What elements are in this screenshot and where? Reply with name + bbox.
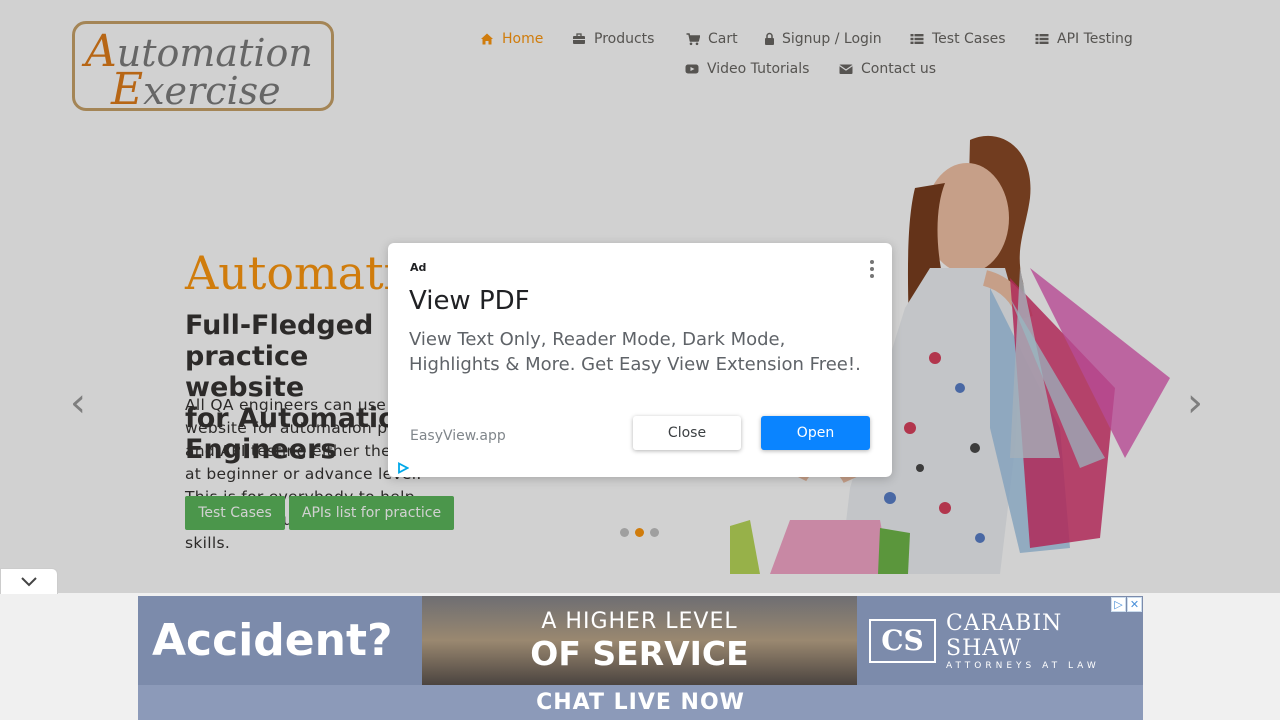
adchoices-play-icon[interactable] xyxy=(397,462,409,474)
banner-headline: Accident? xyxy=(138,596,422,685)
chevron-down-icon xyxy=(21,576,37,586)
more-options-icon[interactable] xyxy=(866,259,878,279)
ad-close-button[interactable]: Close xyxy=(633,416,741,450)
banner-cityscape: A HIGHER LEVEL OF SERVICE xyxy=(422,596,857,685)
ad-open-button[interactable]: Open xyxy=(761,416,870,450)
banner-tagline-2: OF SERVICE xyxy=(530,633,749,673)
ad-site: EasyView.app xyxy=(410,428,506,444)
firm-name-block: CARABIN SHAW ATTORNEYS AT LAW xyxy=(946,611,1143,671)
adchoices-controls: ▷ ✕ xyxy=(1111,597,1142,612)
firm-subtitle: ATTORNEYS AT LAW xyxy=(946,660,1100,671)
firm-name: CARABIN SHAW xyxy=(946,610,1063,661)
anchor-ad-banner[interactable]: Accident? A HIGHER LEVEL OF SERVICE CS C… xyxy=(138,596,1143,720)
banner-tagline-1: A HIGHER LEVEL xyxy=(541,608,738,634)
ad-label: Ad xyxy=(410,261,427,274)
adchoices-icon[interactable]: ▷ xyxy=(1111,597,1126,612)
banner-firm-logo: CS CARABIN SHAW ATTORNEYS AT LAW xyxy=(857,596,1143,685)
interstitial-ad-dialog: Ad View PDF View Text Only, Reader Mode,… xyxy=(388,243,892,477)
ad-collapse-toggle[interactable] xyxy=(0,568,58,594)
ad-close-icon[interactable]: ✕ xyxy=(1127,597,1142,612)
ad-body: View Text Only, Reader Mode, Dark Mode, … xyxy=(409,329,861,375)
banner-cta[interactable]: CHAT LIVE NOW xyxy=(138,685,1143,720)
cs-logo-mark: CS xyxy=(869,618,936,663)
ad-title: View PDF xyxy=(409,286,530,316)
